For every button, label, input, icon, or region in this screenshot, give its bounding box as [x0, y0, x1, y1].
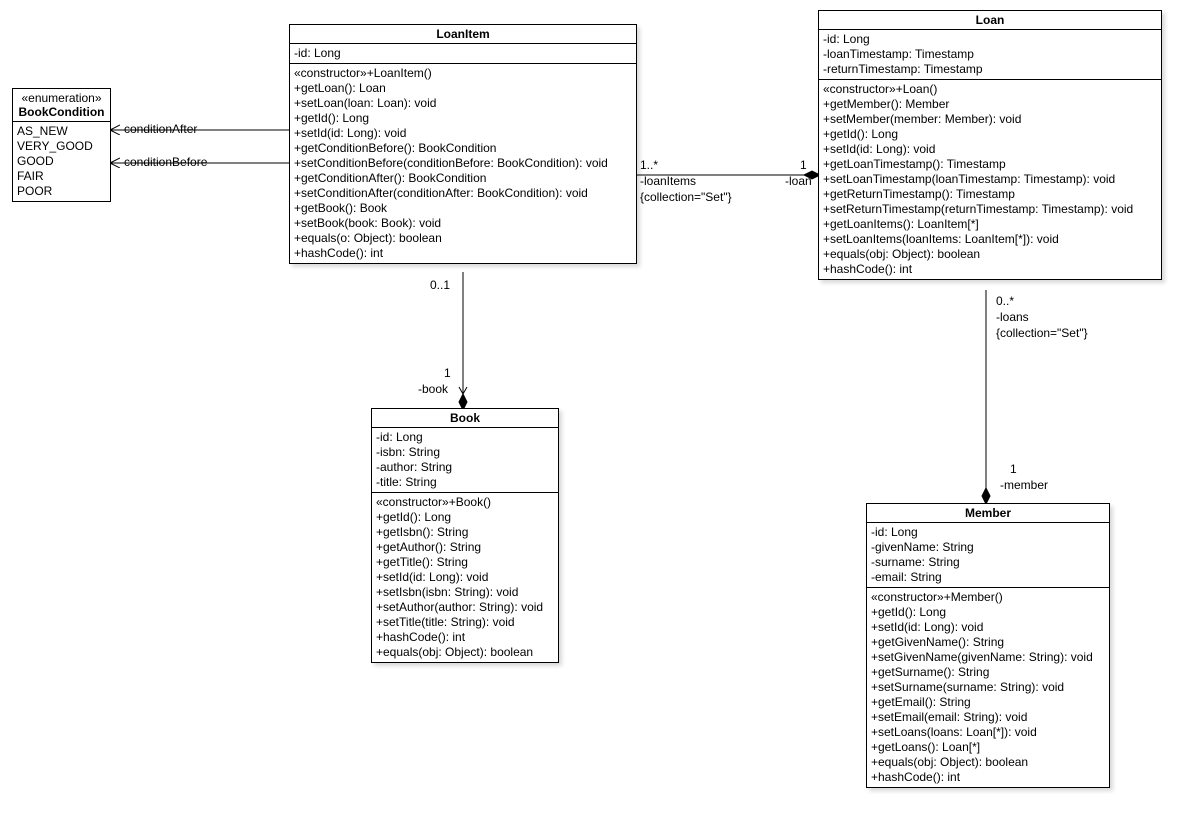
- assoc-member-role: -member: [1000, 478, 1048, 492]
- class-attribute: -title: String: [376, 475, 554, 490]
- class-operation: +setTitle(title: String): void: [376, 615, 554, 630]
- enum-stereotype: «enumeration»: [17, 91, 106, 105]
- class-operation: +setGivenName(givenName: String): void: [871, 650, 1105, 665]
- class-attribute: -email: String: [871, 570, 1105, 585]
- class-operation: +getId(): Long: [823, 127, 1157, 142]
- class-operation: +getId(): Long: [376, 510, 554, 525]
- enum-name: BookCondition: [17, 105, 106, 119]
- class-book: Book -id: Long-isbn: String-author: Stri…: [371, 408, 559, 663]
- class-operation: +hashCode(): int: [823, 262, 1157, 277]
- assoc-loanitems-role: -loanItems: [640, 174, 696, 188]
- assoc-loan-mult: 1: [800, 158, 807, 172]
- class-attribute: -id: Long: [823, 32, 1157, 47]
- class-loan: Loan -id: Long-loanTimestamp: Timestamp-…: [818, 10, 1162, 280]
- class-attribute: -returnTimestamp: Timestamp: [823, 62, 1157, 77]
- class-operation: +hashCode(): int: [871, 770, 1105, 785]
- assoc-member-mult: 1: [1010, 462, 1017, 476]
- class-operation: +getIsbn(): String: [376, 525, 554, 540]
- class-operation: +setReturnTimestamp(returnTimestamp: Tim…: [823, 202, 1157, 217]
- class-operation: +getConditionAfter(): BookCondition: [294, 171, 632, 186]
- class-operation: +getMember(): Member: [823, 97, 1157, 112]
- class-operation: +setIsbn(isbn: String): void: [376, 585, 554, 600]
- class-operation: +setBook(book: Book): void: [294, 216, 632, 231]
- class-operation: +setId(id: Long): void: [376, 570, 554, 585]
- class-operation: +getConditionBefore(): BookCondition: [294, 141, 632, 156]
- class-operation: +setSurname(surname: String): void: [871, 680, 1105, 695]
- class-operation: «constructor»+LoanItem(): [294, 66, 632, 81]
- class-operation: +setLoanItems(loanItems: LoanItem[*]): v…: [823, 232, 1157, 247]
- class-operation: +getGivenName(): String: [871, 635, 1105, 650]
- class-operation: +setLoanTimestamp(loanTimestamp: Timesta…: [823, 172, 1157, 187]
- class-name: Book: [372, 409, 558, 428]
- enum-bookcondition: «enumeration» BookCondition AS_NEWVERY_G…: [12, 88, 111, 202]
- class-operation: +getLoans(): Loan[*]: [871, 740, 1105, 755]
- assoc-loans-role: -loans: [996, 310, 1029, 324]
- enum-literal: VERY_GOOD: [17, 139, 106, 154]
- assoc-condition-before: -conditionBefore: [120, 155, 207, 169]
- assoc-condition-after: -conditionAfter: [120, 122, 197, 136]
- class-operation: +getLoan(): Loan: [294, 81, 632, 96]
- enum-literal: GOOD: [17, 154, 106, 169]
- class-operation: +getSurname(): String: [871, 665, 1105, 680]
- class-attribute: -id: Long: [376, 430, 554, 445]
- class-attribute: -id: Long: [871, 525, 1105, 540]
- class-operation: +equals(obj: Object): boolean: [871, 755, 1105, 770]
- assoc-li-book-role: -book: [418, 382, 448, 396]
- class-operation: +setMember(member: Member): void: [823, 112, 1157, 127]
- class-attribute: -loanTimestamp: Timestamp: [823, 47, 1157, 62]
- assoc-loan-role: -loan: [785, 174, 812, 188]
- enum-literal: AS_NEW: [17, 124, 106, 139]
- class-operation: +getLoanItems(): LoanItem[*]: [823, 217, 1157, 232]
- class-operation: +getTitle(): String: [376, 555, 554, 570]
- class-operation: +setAuthor(author: String): void: [376, 600, 554, 615]
- class-operation: +hashCode(): int: [294, 246, 632, 261]
- class-operation: +setId(id: Long): void: [871, 620, 1105, 635]
- class-operation: +setId(id: Long): void: [823, 142, 1157, 157]
- assoc-loanitems-mult: 1..*: [640, 158, 658, 172]
- class-operation: +equals(o: Object): boolean: [294, 231, 632, 246]
- class-attribute: -surname: String: [871, 555, 1105, 570]
- class-operation: +hashCode(): int: [376, 630, 554, 645]
- class-operation: «constructor»+Member(): [871, 590, 1105, 605]
- class-operation: +getBook(): Book: [294, 201, 632, 216]
- class-operation: +getLoanTimestamp(): Timestamp: [823, 157, 1157, 172]
- class-operation: +getReturnTimestamp(): Timestamp: [823, 187, 1157, 202]
- class-operation: +setConditionBefore(conditionBefore: Boo…: [294, 156, 632, 171]
- class-name: Loan: [819, 11, 1161, 30]
- class-operation: +setLoan(loan: Loan): void: [294, 96, 632, 111]
- assoc-loanitems-coll: {collection="Set"}: [640, 190, 732, 204]
- assoc-loans-mult: 0..*: [996, 294, 1014, 308]
- assoc-li-book-top: 0..1: [430, 278, 450, 292]
- class-loanitem: LoanItem -id: Long «constructor»+LoanIte…: [289, 24, 637, 264]
- class-name: Member: [867, 504, 1109, 523]
- class-name: LoanItem: [290, 25, 636, 44]
- class-operation: +getId(): Long: [294, 111, 632, 126]
- class-attribute: -isbn: String: [376, 445, 554, 460]
- class-operation: +getAuthor(): String: [376, 540, 554, 555]
- class-operation: +getId(): Long: [871, 605, 1105, 620]
- assoc-loans-coll: {collection="Set"}: [996, 326, 1088, 340]
- assoc-li-book-mult: 1: [444, 366, 451, 380]
- class-attribute: -givenName: String: [871, 540, 1105, 555]
- class-member: Member -id: Long-givenName: String-surna…: [866, 503, 1110, 788]
- class-operation: «constructor»+Book(): [376, 495, 554, 510]
- class-operation: +setEmail(email: String): void: [871, 710, 1105, 725]
- class-attribute: -id: Long: [294, 46, 632, 61]
- class-operation: +equals(obj: Object): boolean: [376, 645, 554, 660]
- enum-literal: POOR: [17, 184, 106, 199]
- class-operation: +getEmail(): String: [871, 695, 1105, 710]
- class-operation: «constructor»+Loan(): [823, 82, 1157, 97]
- class-operation: +setLoans(loans: Loan[*]): void: [871, 725, 1105, 740]
- class-operation: +setConditionAfter(conditionAfter: BookC…: [294, 186, 632, 201]
- class-operation: +equals(obj: Object): boolean: [823, 247, 1157, 262]
- class-attribute: -author: String: [376, 460, 554, 475]
- enum-literal: FAIR: [17, 169, 106, 184]
- class-operation: +setId(id: Long): void: [294, 126, 632, 141]
